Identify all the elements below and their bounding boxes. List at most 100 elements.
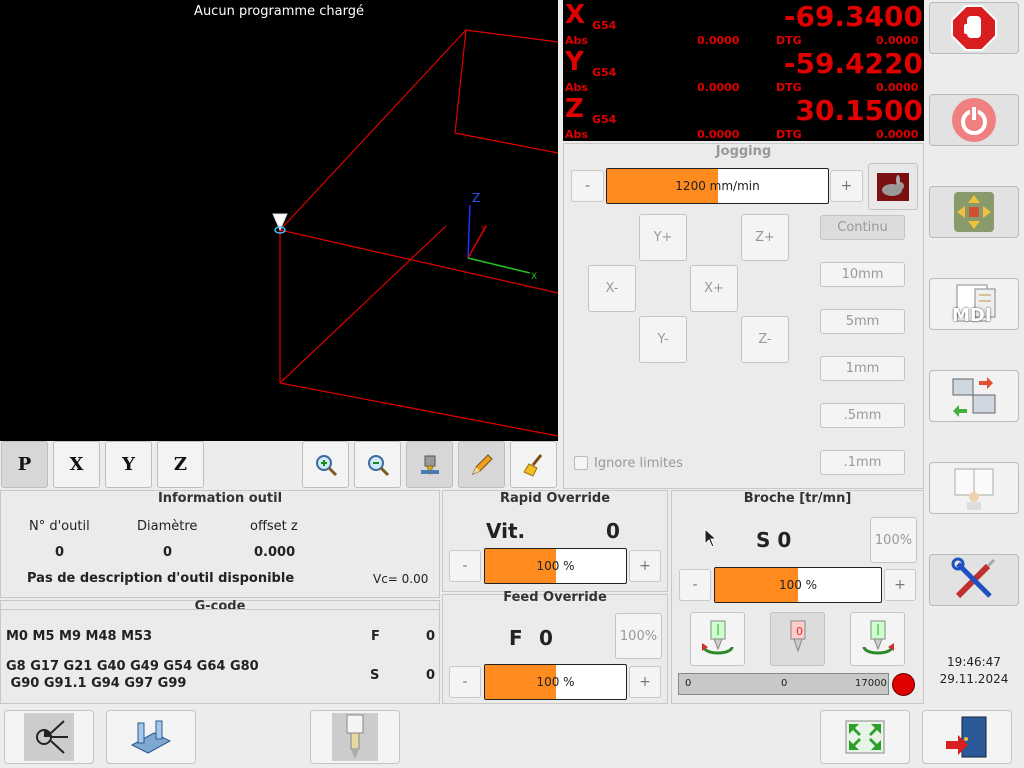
jog-x-minus-button[interactable]: X- bbox=[588, 265, 636, 312]
tool-holder-icon bbox=[332, 713, 378, 761]
spindle-decrease-button[interactable]: - bbox=[679, 569, 711, 601]
machine-power-button[interactable] bbox=[929, 94, 1019, 146]
view-y-button[interactable]: Y bbox=[105, 441, 152, 488]
z-position: 30.1500 bbox=[795, 94, 923, 127]
spindle-reverse-icon bbox=[862, 620, 894, 655]
rapid-increase-button[interactable]: + bbox=[629, 550, 661, 582]
jog-y-plus-button[interactable]: Y+ bbox=[639, 214, 687, 261]
z-dtg-value: 0.0000 bbox=[876, 128, 919, 141]
increment-continuous-button[interactable]: Continu bbox=[820, 215, 905, 240]
gcode-f-label: F bbox=[371, 629, 380, 644]
tool-number-value: 0 bbox=[55, 545, 65, 560]
tool-view-button[interactable] bbox=[406, 441, 453, 488]
homing-arrows-icon bbox=[954, 192, 994, 232]
y-dtg-value: 0.0000 bbox=[876, 81, 919, 94]
feed-increase-button[interactable]: + bbox=[629, 666, 661, 698]
increment-5mm-button[interactable]: 5mm bbox=[820, 309, 905, 334]
exit-door-icon bbox=[946, 716, 987, 758]
jog-speed-increase-button[interactable]: + bbox=[830, 170, 863, 202]
feed-f-label: F bbox=[509, 626, 523, 650]
spindle-ccw-button[interactable] bbox=[850, 612, 905, 666]
jog-speed-decrease-button[interactable]: - bbox=[571, 170, 604, 202]
zoom-in-button[interactable] bbox=[302, 441, 349, 488]
rabbit-icon bbox=[877, 172, 909, 201]
rapid-jog-button[interactable] bbox=[868, 163, 918, 210]
ignore-limits-label: Ignore limites bbox=[594, 456, 683, 471]
increment-1mm-button[interactable]: 1mm bbox=[820, 356, 905, 381]
active-gcodes-line1: G8 G17 G21 G40 G49 G54 G64 G80 bbox=[6, 659, 259, 674]
power-icon bbox=[952, 98, 996, 142]
gcode-divider bbox=[0, 609, 440, 610]
workpiece-button[interactable] bbox=[106, 710, 196, 764]
rapid-decrease-button[interactable]: - bbox=[449, 550, 481, 582]
jogging-title: Jogging bbox=[715, 144, 772, 159]
exit-button[interactable] bbox=[922, 710, 1012, 764]
jog-y-minus-button[interactable]: Y- bbox=[639, 316, 687, 363]
broom-icon bbox=[522, 453, 542, 477]
feed-override-bar[interactable]: 100 % bbox=[484, 664, 627, 700]
workpiece-icon bbox=[130, 720, 172, 754]
zoom-in-icon bbox=[315, 454, 337, 476]
jog-x-plus-button[interactable]: X+ bbox=[690, 265, 738, 312]
increment-10mm-button[interactable]: 10mm bbox=[820, 262, 905, 287]
clear-button[interactable] bbox=[510, 441, 557, 488]
increment-01mm-button[interactable]: .1mm bbox=[820, 450, 905, 475]
mdi-button[interactable]: MDI bbox=[929, 278, 1019, 330]
rapid-override-percent: 100 % bbox=[536, 559, 575, 573]
spindle-forward-icon bbox=[701, 620, 733, 655]
tool-offset-value: 0.000 bbox=[254, 545, 296, 560]
zoom-out-button[interactable] bbox=[354, 441, 401, 488]
cutting-speed: Vc= 0.00 bbox=[373, 572, 429, 586]
touch-off-icon bbox=[24, 713, 74, 761]
x-abs-label: Abs bbox=[565, 34, 588, 47]
y-wcs: G54 bbox=[592, 66, 617, 79]
tool-diameter-value: 0 bbox=[163, 545, 173, 560]
view-perspective-button[interactable]: P bbox=[1, 441, 48, 488]
tool-description: Pas de description d'outil disponible bbox=[27, 571, 295, 586]
spindle-title: Broche [tr/mn] bbox=[743, 491, 852, 506]
spindle-override-percent: 100 % bbox=[778, 578, 818, 592]
increment-05mm-button[interactable]: .5mm bbox=[820, 403, 905, 428]
auto-mode-button[interactable] bbox=[929, 370, 1019, 422]
view-z-button[interactable]: Z bbox=[157, 441, 204, 488]
estop-button[interactable] bbox=[929, 2, 1019, 54]
ignore-limits-checkbox[interactable] bbox=[574, 456, 588, 470]
settings-button[interactable] bbox=[929, 554, 1019, 606]
spindle-override-bar[interactable]: 100 % bbox=[714, 567, 882, 603]
z-wcs: G54 bbox=[592, 113, 617, 126]
spindle-speed-gauge: 0 0 17000 bbox=[678, 673, 889, 695]
view-x-button[interactable]: X bbox=[53, 441, 100, 488]
jog-speed-label: 1200 mm/min bbox=[675, 179, 760, 193]
z-abs-value: 0.0000 bbox=[697, 128, 740, 141]
view-y-label: Y bbox=[122, 454, 135, 475]
spindle-cw-button[interactable] bbox=[690, 612, 745, 666]
x-position: -69.3400 bbox=[783, 0, 923, 33]
spindle-stop-button[interactable]: 0 bbox=[770, 612, 825, 666]
rapid-override-bar[interactable]: 100 % bbox=[484, 548, 627, 584]
tool-cone-icon bbox=[272, 213, 288, 234]
z-axis-label: Z bbox=[472, 191, 480, 205]
work-offset-button[interactable] bbox=[4, 710, 94, 764]
tool-number-header: N° d'outil bbox=[29, 519, 90, 534]
feed-decrease-button[interactable]: - bbox=[449, 666, 481, 698]
jog-z-plus-button[interactable]: Z+ bbox=[741, 214, 789, 261]
rapid-override-title: Rapid Override bbox=[499, 491, 611, 506]
fullscreen-icon bbox=[845, 720, 885, 754]
toolpath-view: Z Y X bbox=[272, 29, 558, 437]
view-x-label: X bbox=[69, 454, 84, 475]
x-wcs: G54 bbox=[592, 19, 617, 32]
user-help-button[interactable] bbox=[929, 462, 1019, 514]
spindle-reset-button[interactable]: 100% bbox=[870, 517, 917, 563]
3d-preview[interactable]: Z Y X Aucun programme chargé bbox=[0, 0, 558, 441]
edit-button[interactable] bbox=[458, 441, 505, 488]
feed-reset-button[interactable]: 100% bbox=[615, 613, 662, 659]
x-abs-value: 0.0000 bbox=[697, 34, 740, 47]
tool-change-button[interactable] bbox=[310, 710, 400, 764]
home-all-button[interactable] bbox=[929, 186, 1019, 238]
rapid-speed-value: 0 bbox=[606, 519, 620, 543]
jog-z-minus-button[interactable]: Z- bbox=[741, 316, 789, 363]
spindle-increase-button[interactable]: + bbox=[884, 569, 916, 601]
user-book-icon bbox=[954, 468, 994, 510]
fullscreen-button[interactable] bbox=[820, 710, 910, 764]
jog-speed-bar[interactable]: 1200 mm/min bbox=[606, 168, 829, 204]
